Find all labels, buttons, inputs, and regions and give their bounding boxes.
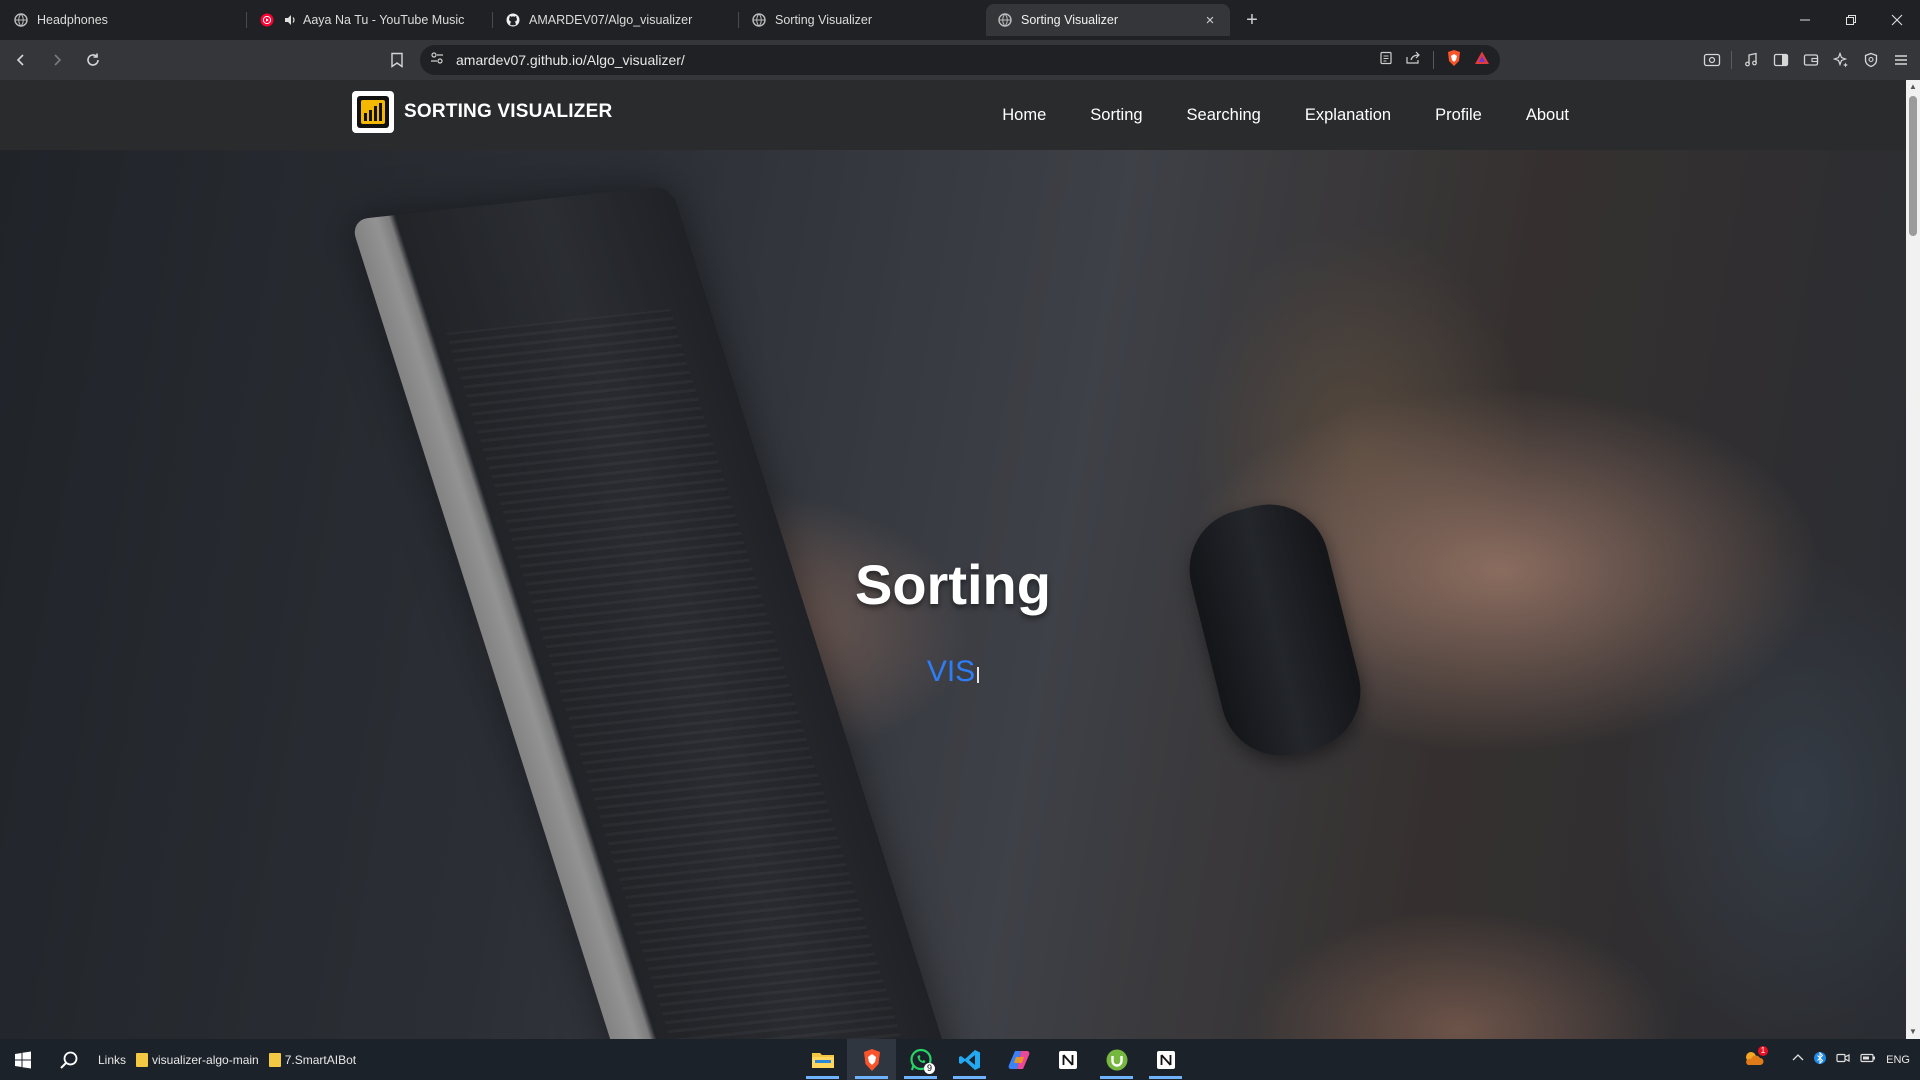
- scrollbar-thumb[interactable]: [1909, 96, 1917, 236]
- brave-rewards-icon[interactable]: [1474, 50, 1490, 71]
- reload-icon: [87, 53, 99, 66]
- browser-tab-sorting-visualizer-active[interactable]: Sorting Visualizer ×: [986, 4, 1230, 36]
- bar-chart-logo-icon: [352, 91, 394, 133]
- folder-label: 7.SmartAIBot: [284, 1052, 357, 1067]
- browser-toolbar: amardev07.github.io/Algo_visualizer/: [0, 40, 1920, 80]
- browser-tab-headphones[interactable]: Headphones: [2, 4, 246, 36]
- bookmark-button[interactable]: [382, 45, 412, 75]
- start-button[interactable]: [0, 1039, 46, 1080]
- globe-icon: [14, 13, 28, 27]
- url-text[interactable]: amardev07.github.io/Algo_visualizer/: [456, 52, 1379, 68]
- copilot-icon[interactable]: [994, 1039, 1043, 1080]
- nav-link-home[interactable]: Home: [1002, 106, 1046, 125]
- folder-icon: [268, 1052, 281, 1067]
- hero-typed-text: VIS: [0, 655, 1906, 689]
- bookmark-icon: [391, 52, 403, 68]
- leo-ai-icon[interactable]: [1830, 49, 1852, 71]
- media-controls-icon[interactable]: [1740, 49, 1762, 71]
- tab-title: Headphones: [37, 13, 108, 27]
- system-tray: 1 ENG: [1742, 1039, 1910, 1080]
- share-icon[interactable]: [1405, 51, 1421, 70]
- reader-mode-icon[interactable]: [1379, 51, 1393, 70]
- window-controls: [1782, 0, 1920, 40]
- speaker-icon[interactable]: [283, 13, 297, 27]
- nav-link-sorting[interactable]: Sorting: [1090, 106, 1142, 125]
- browser-tab-github[interactable]: AMARDEV07/Algo_visualizer: [492, 4, 738, 36]
- toolbar-actions: [1701, 45, 1912, 75]
- tab-title: Sorting Visualizer: [775, 13, 873, 27]
- back-button[interactable]: [6, 45, 36, 75]
- globe-icon: [998, 13, 1012, 27]
- separator: [1433, 51, 1434, 69]
- wallet-icon[interactable]: [1800, 49, 1822, 71]
- bluetooth-icon[interactable]: [1814, 1050, 1827, 1069]
- globe-icon: [752, 13, 766, 27]
- utorrent-icon[interactable]: [1092, 1039, 1141, 1080]
- brave-shields-icon[interactable]: [1446, 49, 1462, 72]
- vscode-icon[interactable]: [945, 1039, 994, 1080]
- notion-icon[interactable]: [1043, 1039, 1092, 1080]
- nav-link-profile[interactable]: Profile: [1435, 106, 1482, 125]
- restore-button[interactable]: [1828, 0, 1874, 40]
- address-bar[interactable]: amardev07.github.io/Algo_visualizer/: [420, 45, 1500, 75]
- battery-icon[interactable]: [1860, 1052, 1876, 1067]
- taskbar-folder-visualizer-algo-main[interactable]: visualizer-algo-main: [136, 1052, 259, 1067]
- minimize-button[interactable]: [1782, 0, 1828, 40]
- page-scrollbar[interactable]: ▲ ▼: [1906, 80, 1920, 1039]
- whatsapp-icon[interactable]: 9: [896, 1039, 945, 1080]
- site-navbar: SORTING VISUALIZER Home Sorting Searchin…: [0, 80, 1906, 150]
- language-indicator[interactable]: ENG: [1886, 1054, 1910, 1066]
- search-icon: [60, 1051, 78, 1069]
- site-settings-icon[interactable]: [430, 51, 444, 70]
- chevron-up-icon[interactable]: [1792, 1053, 1804, 1066]
- folder-label: visualizer-algo-main: [152, 1052, 259, 1067]
- typing-caret: [977, 667, 980, 683]
- meet-now-icon[interactable]: [1836, 1051, 1850, 1068]
- page-viewport: SORTING VISUALIZER Home Sorting Searchin…: [0, 80, 1920, 1039]
- brand-title: SORTING VISUALIZER: [404, 101, 613, 122]
- new-tab-button[interactable]: +: [1238, 6, 1266, 34]
- site-menu: Home Sorting Searching Explanation Profi…: [958, 80, 1569, 150]
- whatsapp-unread-badge: 9: [923, 1063, 935, 1074]
- nav-link-about[interactable]: About: [1526, 106, 1569, 125]
- typed-text: VIS: [926, 655, 976, 688]
- arrow-left-icon: [16, 54, 24, 66]
- tab-strip: Headphones Aaya Na Tu - YouTube Music AM…: [0, 0, 1920, 40]
- browser-tab-sorting-visualizer[interactable]: Sorting Visualizer: [738, 4, 984, 36]
- separator: [1731, 51, 1732, 69]
- brand[interactable]: SORTING VISUALIZER: [352, 91, 612, 133]
- nav-link-searching[interactable]: Searching: [1187, 106, 1261, 125]
- file-explorer-icon[interactable]: [798, 1039, 847, 1080]
- weather-icon[interactable]: 1: [1742, 1046, 1769, 1070]
- tab-title: Aaya Na Tu - YouTube Music: [303, 13, 465, 27]
- folder-icon: [136, 1052, 149, 1067]
- search-button[interactable]: [46, 1039, 92, 1080]
- menu-icon[interactable]: [1890, 49, 1912, 71]
- taskbar-folder-smartaibot[interactable]: 7.SmartAIBot: [268, 1052, 357, 1067]
- forward-button[interactable]: [42, 45, 72, 75]
- links-toolbar-label[interactable]: Links: [98, 1053, 126, 1067]
- scroll-up-arrow-icon[interactable]: ▲: [1906, 80, 1920, 94]
- hero-title: Sorting: [855, 553, 1051, 616]
- scroll-down-arrow-icon[interactable]: ▼: [1906, 1025, 1920, 1039]
- weather-alert-badge: 1: [1757, 1046, 1769, 1056]
- tab-title: Sorting Visualizer: [1021, 13, 1119, 27]
- arrow-right-icon: [54, 54, 62, 66]
- reload-button[interactable]: [78, 45, 108, 75]
- windows-logo-icon: [15, 1051, 31, 1068]
- github-icon: [506, 13, 520, 27]
- youtube-music-icon: [260, 13, 274, 27]
- taskbar-apps: 9: [798, 1039, 1190, 1080]
- notion-icon[interactable]: [1141, 1039, 1190, 1080]
- tab-title: AMARDEV07/Algo_visualizer: [529, 13, 693, 27]
- sidebar-toggle-icon[interactable]: [1770, 49, 1792, 71]
- browser-tab-youtube-music[interactable]: Aaya Na Tu - YouTube Music: [246, 4, 492, 36]
- vpn-shield-icon[interactable]: [1860, 49, 1882, 71]
- nav-link-explanation[interactable]: Explanation: [1305, 106, 1391, 125]
- close-window-button[interactable]: [1874, 0, 1920, 40]
- screenshot-icon[interactable]: [1701, 49, 1723, 71]
- windows-taskbar: Links visualizer-algo-main 7.SmartAIBot …: [0, 1039, 1920, 1080]
- brave-icon[interactable]: [847, 1039, 896, 1080]
- close-tab-icon[interactable]: ×: [1202, 12, 1218, 29]
